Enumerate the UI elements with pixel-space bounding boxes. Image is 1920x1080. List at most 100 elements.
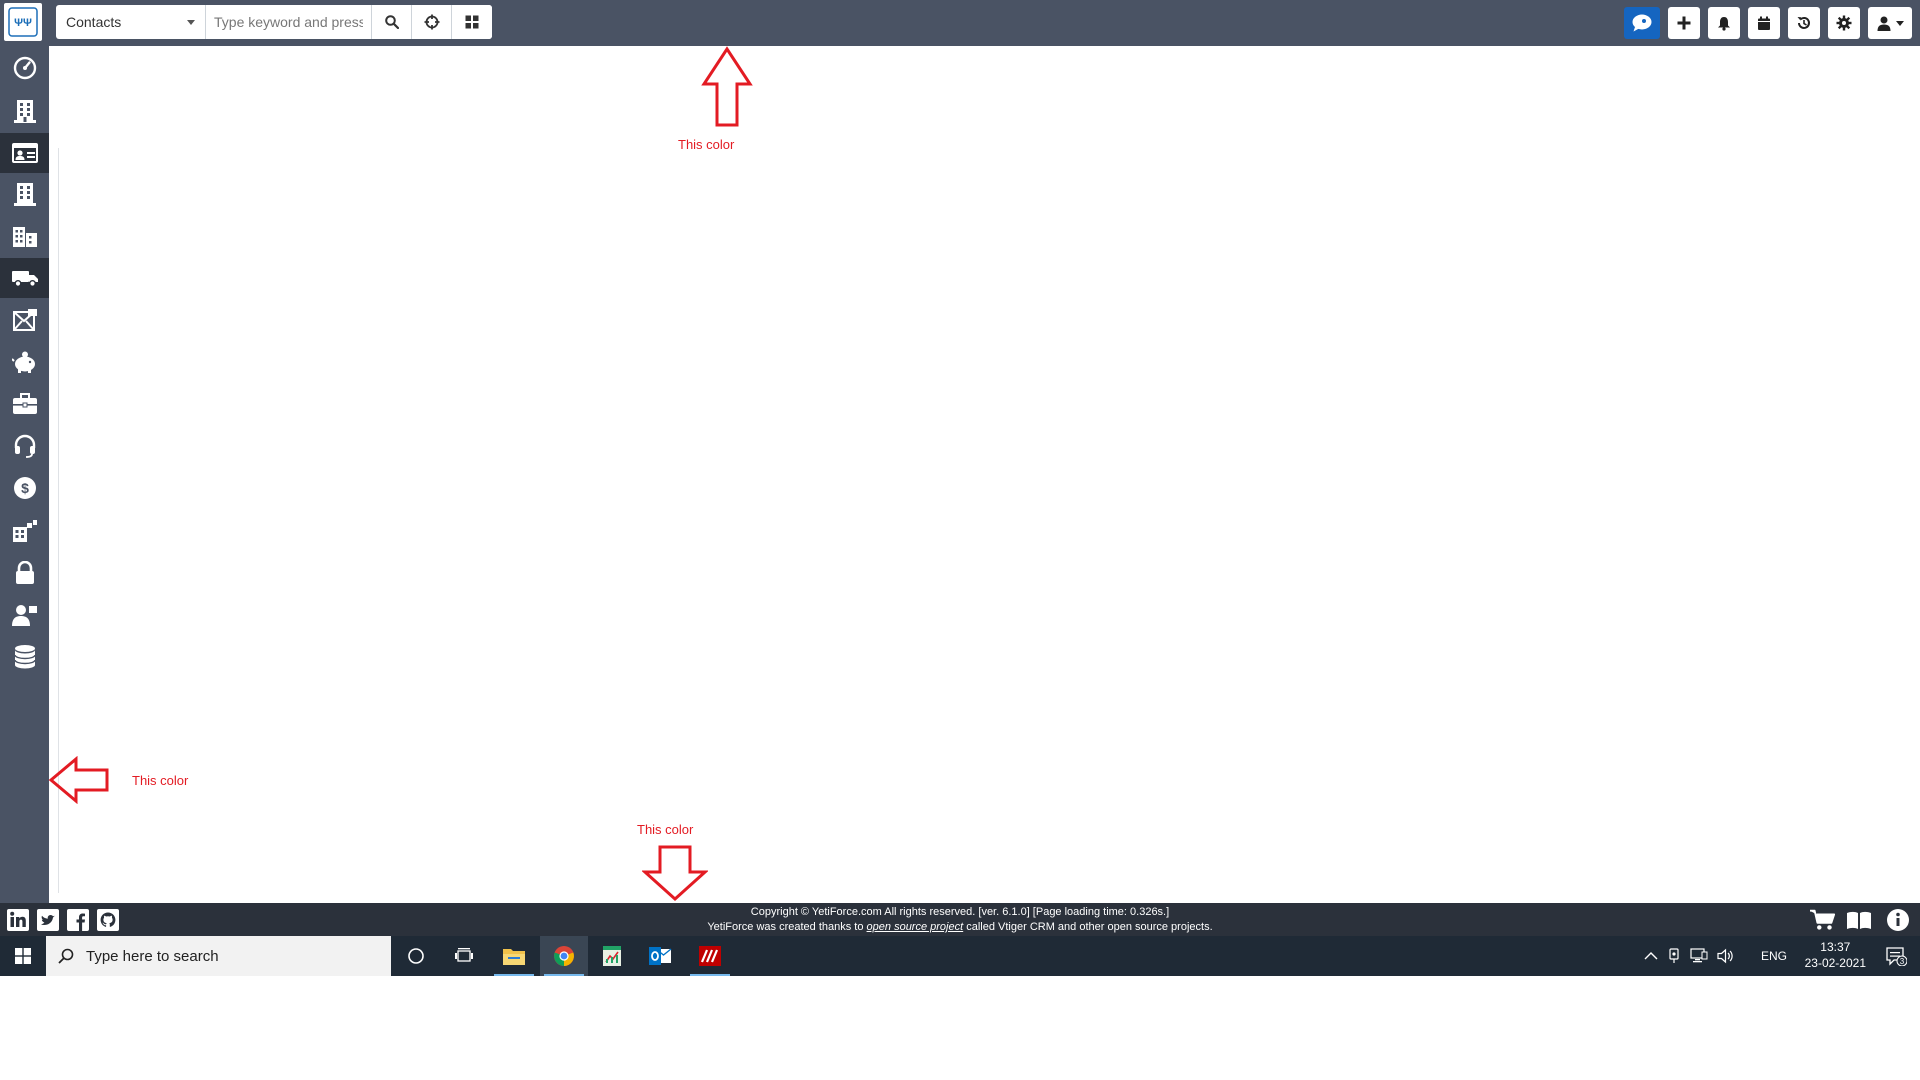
- sidebar-item-support[interactable]: [0, 426, 49, 466]
- chevron-down-icon: [1895, 20, 1904, 26]
- sidebar-item-organizations[interactable]: [0, 174, 49, 214]
- sidebar-item-hr[interactable]: [0, 595, 49, 635]
- search-modules-grid-button[interactable]: [452, 5, 492, 39]
- book-icon: [1847, 911, 1871, 929]
- filezilla-app[interactable]: [686, 936, 734, 976]
- building-icon: [13, 100, 36, 123]
- bell-icon: [1718, 16, 1730, 31]
- cortana-button[interactable]: [392, 936, 440, 976]
- sidebar-item-logistics[interactable]: [0, 258, 49, 298]
- annotation-top: This color: [678, 137, 735, 152]
- factory-icon: [12, 520, 37, 542]
- sheets-app[interactable]: [588, 936, 636, 976]
- logo-icon: ΨΨ: [8, 7, 38, 37]
- piggy-bank-icon: [11, 351, 35, 373]
- shop-link[interactable]: [1810, 907, 1836, 933]
- cortana-circle-icon: [408, 948, 424, 964]
- task-view-icon: [455, 948, 473, 962]
- volume-icon[interactable]: [1717, 948, 1735, 964]
- crosshairs-icon: [424, 14, 439, 30]
- headset-icon: [14, 434, 35, 458]
- clock-time: 13:37: [1820, 940, 1851, 954]
- spreadsheet-icon: [603, 946, 621, 966]
- usb-device-icon[interactable]: [1667, 948, 1681, 964]
- start-button[interactable]: [0, 936, 46, 976]
- sidebar-item-home[interactable]: [0, 48, 49, 88]
- settings-button[interactable]: [1828, 7, 1860, 39]
- sidebar-item-projects[interactable]: [0, 384, 49, 424]
- taskbar-search-placeholder: Type here to search: [86, 947, 219, 965]
- global-search-group: Contacts: [56, 5, 492, 39]
- database-icon: [13, 645, 36, 669]
- filezilla-icon: [699, 946, 721, 966]
- arrow-down-annotation-icon: [642, 845, 708, 902]
- open-source-project-link[interactable]: open source project: [867, 921, 964, 933]
- advanced-search-button[interactable]: [412, 5, 452, 39]
- truck-icon: [11, 271, 38, 287]
- user-menu-button[interactable]: [1868, 7, 1912, 39]
- search-module-label: Contacts: [66, 14, 122, 30]
- credit-suffix: called Vtiger CRM and other open source …: [963, 921, 1213, 933]
- taskbar-search-box[interactable]: Type here to search: [46, 936, 391, 976]
- shopping-cart-icon: [1810, 909, 1836, 930]
- copyright-text: Copyright © YetiForce.com All rights res…: [750, 906, 1170, 918]
- task-view-button[interactable]: [440, 936, 488, 976]
- calendar-button[interactable]: [1748, 7, 1780, 39]
- plus-icon: [1677, 16, 1691, 30]
- notifications-button[interactable]: [1708, 7, 1740, 39]
- notification-count: 3: [1900, 957, 1905, 966]
- outlook-app[interactable]: [636, 936, 684, 976]
- sidebar-item-security[interactable]: [0, 553, 49, 593]
- documentation-link[interactable]: [1846, 907, 1872, 933]
- id-card-icon: [11, 143, 38, 163]
- search-icon: [384, 15, 399, 29]
- briefcase-icon: [12, 393, 37, 414]
- chrome-icon: [554, 946, 574, 966]
- language-indicator[interactable]: ENG: [1761, 949, 1787, 963]
- lock-icon: [15, 561, 34, 584]
- search-input[interactable]: [206, 5, 372, 39]
- footer-copyright: Copyright © YetiForce.com All rights res…: [0, 905, 1920, 935]
- sidebar-item-branches[interactable]: [0, 216, 49, 256]
- user-icon: [1877, 16, 1890, 31]
- sidebar-item-database[interactable]: [0, 637, 49, 677]
- info-link[interactable]: [1885, 907, 1911, 933]
- sidebar-item-warehouse[interactable]: [0, 511, 49, 551]
- sidebar-item-marketing[interactable]: [0, 300, 49, 340]
- svg-text:$: $: [21, 480, 29, 496]
- page-footer: Copyright © YetiForce.com All rights res…: [0, 903, 1920, 936]
- chevron-up-icon[interactable]: [1644, 951, 1658, 961]
- sidebar-item-companies[interactable]: [0, 91, 49, 131]
- chat-button[interactable]: [1624, 7, 1660, 39]
- credit-line: YetiForce was created thanks to open sou…: [0, 920, 1920, 935]
- search-button[interactable]: [372, 5, 412, 39]
- network-icon[interactable]: [1690, 948, 1708, 964]
- history-button[interactable]: [1788, 7, 1820, 39]
- clock-date: 23-02-2021: [1804, 956, 1866, 970]
- search-module-select[interactable]: Contacts: [56, 5, 206, 39]
- windows-taskbar: Type here to search ENG 13:37 23-02-2021…: [0, 936, 1920, 976]
- sidebar-item-sales[interactable]: [0, 342, 49, 382]
- action-center-button[interactable]: 3: [1872, 936, 1920, 976]
- user-tag-icon: [11, 605, 37, 626]
- svg-text:ΨΨ: ΨΨ: [14, 17, 32, 29]
- taskbar-clock[interactable]: 13:37 23-02-2021: [1805, 939, 1866, 971]
- windows-logo-icon: [15, 948, 31, 964]
- arrow-up-annotation-icon: [701, 46, 753, 127]
- system-tray: ENG: [1644, 936, 1787, 976]
- chrome-app[interactable]: [540, 936, 588, 976]
- dollar-icon: $: [13, 477, 36, 499]
- yetiforce-logo[interactable]: ΨΨ: [4, 3, 42, 41]
- left-sidebar: $: [0, 46, 49, 903]
- sidebar-item-finance[interactable]: $: [0, 468, 49, 508]
- quick-create-button[interactable]: [1668, 7, 1700, 39]
- outlook-icon: [649, 947, 672, 965]
- chevron-down-icon: [187, 19, 195, 25]
- file-explorer-app[interactable]: [490, 936, 538, 976]
- info-icon: [1887, 909, 1909, 931]
- sidebar-item-contacts[interactable]: [0, 133, 49, 173]
- credit-prefix: YetiForce was created thanks to: [707, 921, 867, 933]
- grid-icon: [465, 15, 479, 29]
- gear-icon: [1836, 15, 1852, 31]
- blank-area-below-taskbar: [0, 976, 1920, 1080]
